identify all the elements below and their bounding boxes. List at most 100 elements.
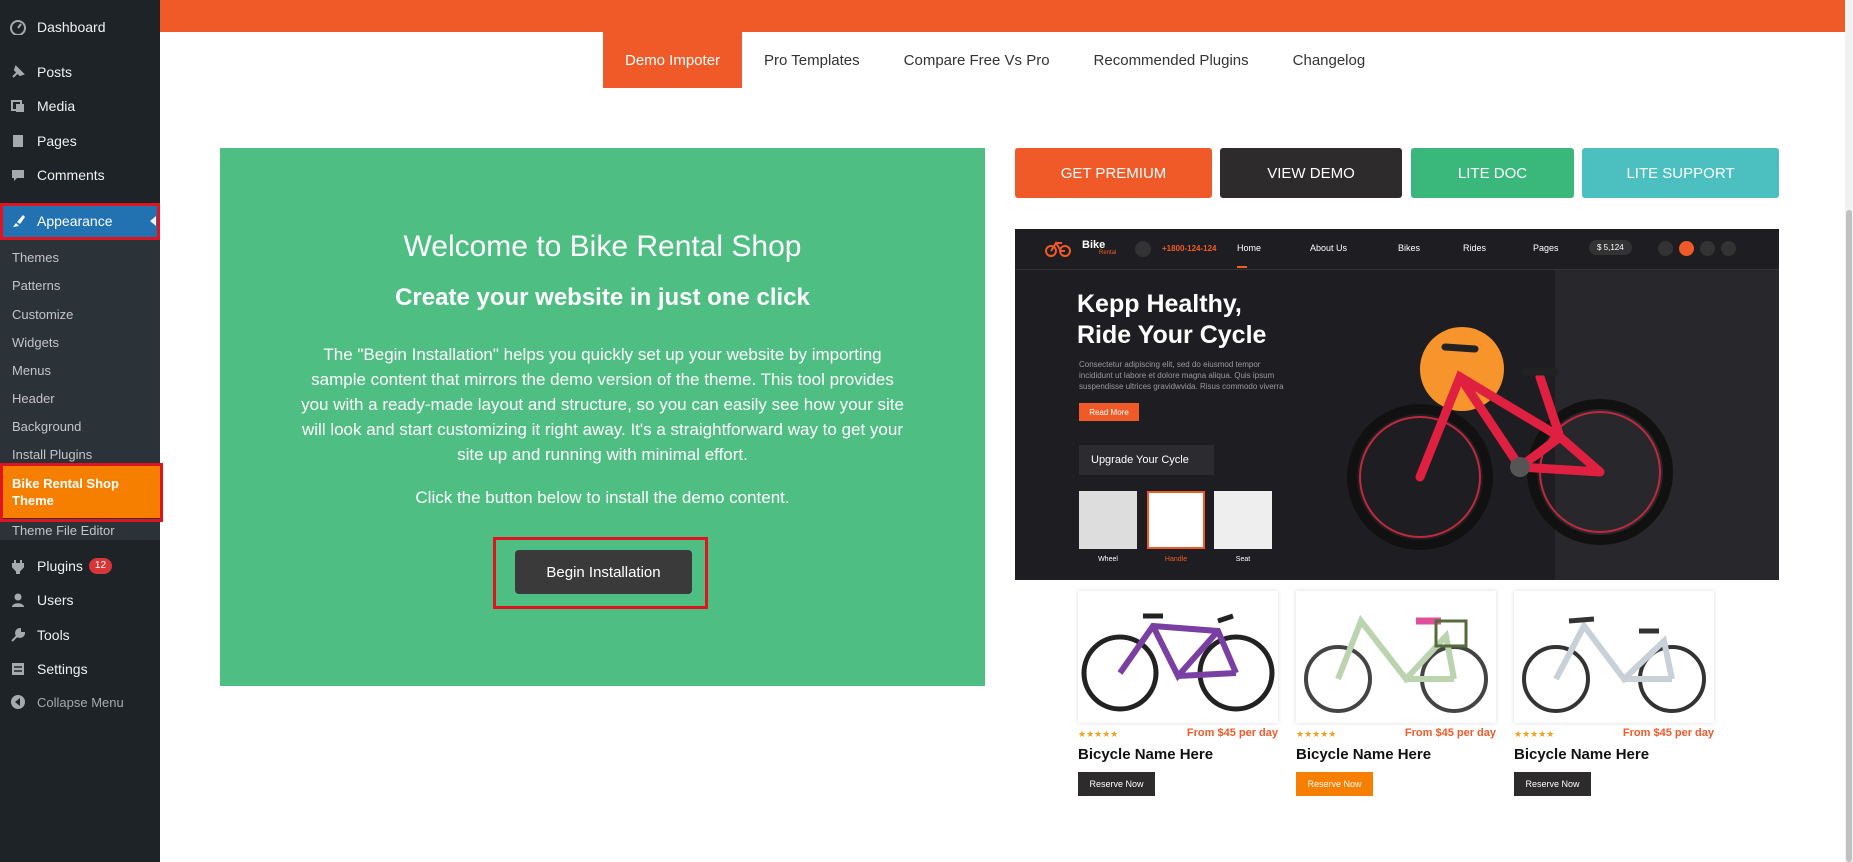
menu-label: Posts: [37, 64, 73, 80]
welcome-subtitle: Create your website in just one click: [395, 284, 810, 311]
comment-icon: [9, 166, 27, 184]
preview-nav-bikes: Bikes: [1398, 243, 1421, 253]
view-demo-button[interactable]: VIEW DEMO: [1220, 148, 1402, 198]
bike-theme-highlight-box: [0, 463, 163, 522]
product-price: From $45 per day: [1622, 727, 1714, 739]
collapse-icon: [9, 693, 27, 711]
tab-recommended-plugins[interactable]: Recommended Plugins: [1072, 32, 1271, 88]
preview-logo-sub: Rental: [1099, 250, 1117, 256]
menu-users[interactable]: Users: [0, 583, 160, 617]
get-premium-button[interactable]: GET PREMIUM: [1015, 148, 1212, 198]
twitter-icon: [1679, 241, 1694, 256]
white-bike-image: [1522, 616, 1706, 713]
phone-icon: [1135, 241, 1151, 257]
tab-demo-importer[interactable]: Demo Impoter: [603, 32, 743, 88]
welcome-panel: Welcome to Bike Rental Shop Create your …: [220, 148, 985, 686]
pin-icon: [9, 63, 27, 81]
menu-label: Settings: [37, 661, 88, 677]
menu-plugins[interactable]: Plugins 12: [0, 549, 160, 583]
submenu-menus[interactable]: Menus: [12, 363, 51, 378]
google-plus-icon: [1700, 241, 1715, 256]
menu-label: Collapse Menu: [37, 694, 124, 710]
preview-read-more: Read More: [1079, 403, 1139, 421]
tab-compare-free-vs-pro[interactable]: Compare Free Vs Pro: [882, 32, 1072, 88]
submenu-themes[interactable]: Themes: [12, 250, 59, 265]
menu-label: Dashboard: [37, 19, 106, 35]
product-card: ★★★★★ From $45 per day Bicycle Name Here…: [1514, 591, 1714, 796]
product-name: Bicycle Name Here: [1514, 746, 1650, 763]
lite-doc-button[interactable]: LITE DOC: [1411, 148, 1574, 198]
menu-label: Comments: [37, 167, 105, 183]
preview-hero-title: Kepp Healthy, Ride Your Cycle: [1077, 289, 1266, 351]
submenu-widgets[interactable]: Widgets: [12, 335, 59, 350]
submenu-header[interactable]: Header: [12, 391, 55, 406]
page-scrollbar-thumb[interactable]: [1846, 210, 1852, 862]
top-accent-bar: [160, 0, 1845, 32]
preview-cart: $ 5,124: [1589, 240, 1632, 255]
facebook-icon: [1658, 241, 1673, 256]
product-image: [1514, 591, 1714, 723]
hero-line-1: Kepp Healthy,: [1077, 290, 1242, 318]
settings-sliders-icon: [9, 660, 27, 678]
submenu-patterns[interactable]: Patterns: [12, 278, 60, 293]
welcome-title: Welcome to Bike Rental Shop: [403, 230, 802, 263]
hero-line-2: Ride Your Cycle: [1077, 321, 1267, 349]
plug-icon: [9, 557, 27, 575]
mint-bike-image: [1304, 615, 1488, 713]
preview-nav-pages: Pages: [1533, 243, 1559, 253]
thumb-label-wheel: Wheel: [1098, 556, 1118, 563]
reserve-now-button: Reserve Now: [1296, 772, 1373, 796]
submenu-background[interactable]: Background: [12, 419, 81, 434]
menu-media[interactable]: Media: [0, 89, 160, 123]
product-card: ★★★★★ From $45 per day Bicycle Name Here…: [1296, 591, 1496, 796]
product-card: ★★★★★ From $45 per day Bicycle Name Here…: [1078, 591, 1278, 796]
tab-changelog[interactable]: Changelog: [1271, 32, 1388, 88]
bike-logo-icon: [1045, 241, 1071, 257]
product-image: [1296, 591, 1496, 723]
preview-upgrade: Upgrade Your Cycle: [1079, 445, 1214, 475]
welcome-description: The "Begin Installation" helps you quick…: [301, 345, 904, 464]
preview-nav: Bike Rental +1800-124-124 Home About Us …: [1015, 229, 1779, 270]
menu-pages[interactable]: Pages: [0, 124, 160, 158]
submenu-customize[interactable]: Customize: [12, 307, 73, 322]
preview-nav-about: About Us: [1310, 243, 1348, 253]
nav-active-underline: [1237, 266, 1247, 268]
tab-bar: Demo Impoter Pro Templates Compare Free …: [603, 32, 1387, 88]
thumb-wheel: [1079, 491, 1137, 549]
user-icon: [9, 591, 27, 609]
preview-nav-home: Home: [1237, 243, 1262, 253]
appearance-highlight-box: [0, 203, 160, 240]
menu-tools[interactable]: Tools: [0, 618, 160, 652]
menu-label: Plugins: [37, 558, 83, 574]
product-price: From $45 per day: [1404, 727, 1496, 739]
instagram-icon: [1721, 241, 1736, 256]
hero-bike-image: [1347, 327, 1673, 550]
product-name: Bicycle Name Here: [1296, 746, 1432, 763]
tab-pro-templates[interactable]: Pro Templates: [742, 32, 882, 88]
wrench-icon: [9, 626, 27, 644]
thumb-label-handle: Handle: [1164, 556, 1188, 563]
submenu-theme-file-editor[interactable]: Theme File Editor: [12, 523, 115, 538]
preview-nav-rides: Rides: [1463, 243, 1487, 253]
product-rating-stars: ★★★★★: [1078, 729, 1119, 739]
reserve-now-button: Reserve Now: [1514, 772, 1591, 796]
pages-icon: [9, 132, 27, 150]
begin-installation-button[interactable]: Begin Installation: [515, 550, 692, 594]
theme-preview-image: Bike Rental +1800-124-124 Home About Us …: [1015, 229, 1779, 580]
menu-posts[interactable]: Posts: [0, 55, 160, 89]
reserve-now-button: Reserve Now: [1078, 772, 1155, 796]
product-rating-stars: ★★★★★: [1514, 729, 1555, 739]
lite-support-button[interactable]: LITE SUPPORT: [1582, 148, 1779, 198]
thumb-seat: [1214, 491, 1272, 549]
plugins-count-badge: 12: [88, 558, 113, 574]
thumb-handle: [1147, 491, 1205, 549]
admin-sidebar: Dashboard Posts Media Pages Comments App…: [0, 0, 163, 862]
menu-dashboard[interactable]: Dashboard: [0, 10, 160, 44]
menu-comments[interactable]: Comments: [0, 158, 160, 192]
submenu-install-plugins[interactable]: Install Plugins: [12, 447, 92, 462]
preview-hero-text: Consectetur adipiscing elit, sed do eius…: [1079, 360, 1284, 391]
preview-phone: +1800-124-124: [1162, 244, 1217, 253]
dashboard-icon: [9, 18, 27, 36]
menu-settings[interactable]: Settings: [0, 652, 160, 686]
collapse-menu-button[interactable]: Collapse Menu: [0, 685, 160, 719]
